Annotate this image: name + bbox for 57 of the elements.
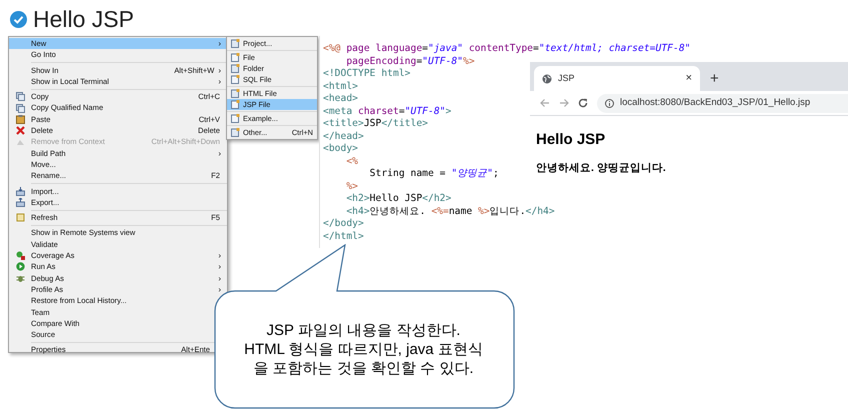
code-line: <h2>Hello JSP</h2> xyxy=(345,193,452,206)
submenu-arrow: › xyxy=(218,284,221,296)
browser-tab[interactable]: JSP × xyxy=(534,66,700,91)
file-icon xyxy=(230,128,240,137)
code-line: %> xyxy=(345,180,358,193)
code-line: <%@ page language="java" contentType="text/html; charset=UTF-8" xyxy=(323,43,691,56)
submenu-arrow: › xyxy=(218,250,221,262)
code-line: <body> xyxy=(323,143,358,156)
globe-icon xyxy=(542,74,552,84)
submenu-arrow: › xyxy=(218,64,221,76)
refresh-icon xyxy=(16,213,24,222)
callout-text: JSP 파일의 내용을 작성한다. HTML 형식을 따르지만, java 표현식 을 포함하는 것을 확인할 수 있다. xyxy=(244,321,483,378)
new-tab-button[interactable]: + xyxy=(710,66,719,91)
submenu-arrow: › xyxy=(218,76,221,88)
slide-title: Hello JSP xyxy=(33,5,134,34)
code-line: String name = "양띵균"; xyxy=(368,168,499,180)
code-line: <html> xyxy=(323,80,358,93)
code-line: </body> xyxy=(323,218,364,230)
code-line: <head> xyxy=(323,93,358,106)
forward-arrow-icon[interactable] xyxy=(559,98,569,108)
file-icon xyxy=(230,53,240,62)
submenu-arrow: › xyxy=(218,272,221,284)
page-text: 안녕하세요. 양띵균입니다. xyxy=(536,161,667,176)
file-icon xyxy=(230,64,240,73)
submenu-arrow: › xyxy=(218,148,221,159)
submenu-arrow: › xyxy=(218,261,221,273)
code-line: <meta charset="UTF-8"> xyxy=(323,106,452,118)
coverage-icon xyxy=(16,251,24,260)
code-line: </html> xyxy=(323,230,364,243)
run-icon xyxy=(16,262,24,272)
address-bar[interactable]: localhost:8080/BackEnd03_JSP/01_Hello.jsp xyxy=(597,94,848,112)
tab-title: JSP xyxy=(558,72,576,85)
code-line: <!DOCTYPE html> xyxy=(323,68,410,80)
check-circle-icon xyxy=(10,10,27,28)
file-icon xyxy=(230,89,240,98)
file-icon xyxy=(230,100,240,109)
reload-icon[interactable] xyxy=(578,98,588,108)
clipboard-icon xyxy=(16,114,24,124)
export-icon xyxy=(16,198,24,207)
file-icon xyxy=(230,114,240,123)
bug-icon xyxy=(16,274,24,283)
info-icon xyxy=(605,98,614,108)
code-line: <title>JSP</title> xyxy=(323,118,428,130)
close-icon xyxy=(16,126,24,136)
url-text: localhost:8080/BackEnd03_JSP/01_Hello.jsp xyxy=(620,96,810,110)
file-icon xyxy=(230,75,240,84)
code-line: pageEncoding="UTF-8"%> xyxy=(345,56,475,68)
file-icon xyxy=(230,39,240,48)
back-arrow-icon[interactable] xyxy=(540,98,550,108)
code-line: <% xyxy=(345,156,358,168)
tab-close-button[interactable]: × xyxy=(686,70,692,87)
import-icon xyxy=(16,186,24,196)
code-line: </head> xyxy=(323,130,364,143)
page-heading: Hello JSP xyxy=(536,130,606,150)
submenu-arrow: › xyxy=(218,38,221,50)
code-line: <h4>안녕하세요. <%=name %>입니다.</h4> xyxy=(345,206,555,218)
remove-icon xyxy=(16,138,24,147)
